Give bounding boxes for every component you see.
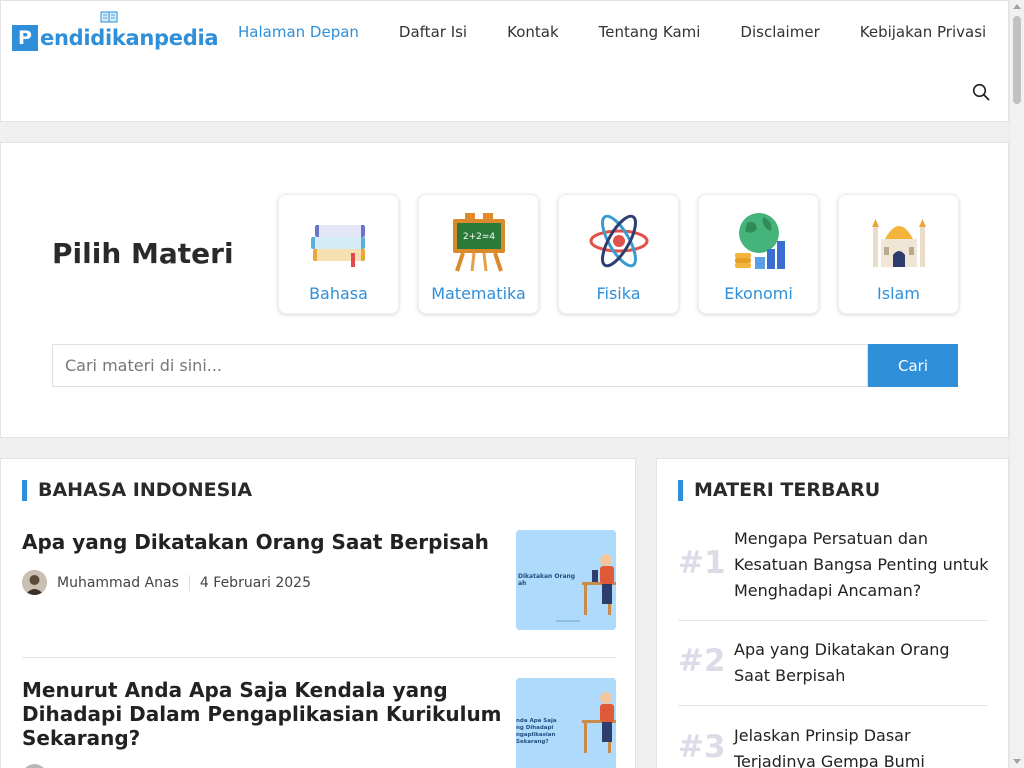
books-icon (311, 225, 365, 267)
rank-link[interactable]: Jelaskan Prinsip Dasar Terjadinya Gempa … (734, 723, 990, 768)
svg-text:2+2=4: 2+2=4 (463, 232, 496, 242)
category-label: Islam (877, 284, 920, 303)
category-label: Bahasa (309, 284, 368, 303)
nav-item-daftar-isi[interactable]: Daftar Isi (379, 23, 487, 41)
mosque-icon (872, 219, 926, 267)
materi-search-input[interactable] (52, 344, 868, 387)
list-divider (678, 705, 988, 706)
nav-item-kebijakan-privasi[interactable]: Kebijakan Privasi (840, 23, 1006, 41)
category-bahasa[interactable]: Bahasa (278, 194, 399, 314)
post-item: Apa yang Dikatakan Orang Saat Berpisah M… (22, 530, 616, 630)
category-label: Matematika (431, 284, 526, 303)
post-title[interactable]: Apa yang Dikatakan Orang Saat Berpisah (22, 530, 502, 554)
scrollbar-thumb[interactable] (1013, 16, 1021, 104)
rank-number: #1 (678, 545, 726, 581)
post-date: 4 Februari 2025 (199, 574, 311, 591)
svg-text:ah: ah (518, 580, 526, 587)
logo-letter: P (12, 25, 38, 51)
section-header: BAHASA INDONESIA (22, 479, 252, 501)
section-title: BAHASA INDONESIA (38, 479, 253, 501)
meta-divider (188, 574, 190, 591)
materi-title: Pilih Materi (52, 237, 234, 270)
section-accent-bar (22, 479, 27, 501)
rank-link[interactable]: Mengapa Persatuan dan Kesatuan Bangsa Pe… (734, 526, 990, 604)
svg-text:ng Dihadapi: ng Dihadapi (516, 725, 553, 731)
post-item: Menurut Anda Apa Saja Kendala yang Dihad… (22, 678, 616, 768)
post-thumbnail[interactable]: Dikatakan Orang ah (516, 530, 616, 630)
materi-panel: Pilih Materi Bahasa 2+2=4 Matematika Fis… (0, 142, 1009, 438)
section-bahasa-indonesia: BAHASA INDONESIA Apa yang Dikatakan Oran… (0, 458, 636, 768)
list-divider (678, 620, 988, 621)
category-label: Fisika (596, 284, 641, 303)
ranked-list-item: #3 Jelaskan Prinsip Dasar Terjadinya Gem… (678, 723, 988, 768)
atom-icon (589, 214, 649, 268)
section-header: MATERI TERBARU (678, 479, 880, 501)
main-nav: Halaman Depan Daftar Isi Kontak Tentang … (218, 1, 1006, 63)
page-scrollbar[interactable] (1009, 0, 1024, 768)
materi-search-button[interactable]: Cari (868, 344, 958, 387)
globe-coins-icon (735, 213, 785, 269)
section-materi-terbaru: MATERI TERBARU #1 Mengapa Persatuan dan … (656, 458, 1009, 768)
section-accent-bar (678, 479, 683, 501)
ranked-list-item: #2 Apa yang Dikatakan Orang Saat Berpisa… (678, 637, 988, 689)
svg-text:nda Apa Saja: nda Apa Saja (516, 718, 557, 724)
chalkboard-icon: 2+2=4 (453, 213, 505, 272)
category-label: Ekonomi (724, 284, 793, 303)
post-thumbnail[interactable]: nda Apa Saja ng Dihadapi ngaplikasian Se… (516, 678, 616, 768)
post-title[interactable]: Menurut Anda Apa Saja Kendala yang Dihad… (22, 678, 502, 750)
post-divider (22, 657, 616, 658)
site-header: P endidikanpedia Halaman Depan Daftar Is… (0, 0, 1009, 122)
post-meta: Muhammad Anas 4 Februari 2025 (22, 570, 311, 595)
logo-text: endidikanpedia (40, 26, 219, 50)
section-title: MATERI TERBARU (694, 479, 881, 501)
category-ekonomi[interactable]: Ekonomi (698, 194, 819, 314)
rank-number: #3 (678, 729, 726, 765)
category-matematika[interactable]: 2+2=4 Matematika (418, 194, 539, 314)
scroll-down-arrow-icon[interactable] (1013, 759, 1021, 764)
svg-text:ngaplikasian: ngaplikasian (516, 732, 556, 738)
rank-number: #2 (678, 643, 726, 679)
rank-link[interactable]: Apa yang Dikatakan Orang Saat Berpisah (734, 637, 990, 689)
category-fisika[interactable]: Fisika (558, 194, 679, 314)
ranked-list-item: #1 Mengapa Persatuan dan Kesatuan Bangsa… (678, 526, 990, 604)
site-logo[interactable]: P endidikanpedia (12, 11, 219, 51)
post-author[interactable]: Muhammad Anas (57, 575, 179, 591)
avatar[interactable] (22, 570, 47, 595)
category-islam[interactable]: Islam (838, 194, 959, 314)
nav-item-disclaimer[interactable]: Disclaimer (720, 23, 839, 41)
search-icon[interactable] (972, 83, 990, 101)
svg-text:Sekarang?: Sekarang? (516, 739, 549, 745)
nav-item-tentang-kami[interactable]: Tentang Kami (579, 23, 721, 41)
svg-text:Dikatakan Orang: Dikatakan Orang (518, 573, 575, 580)
scroll-up-arrow-icon[interactable] (1013, 4, 1021, 9)
nav-item-kontak[interactable]: Kontak (487, 23, 579, 41)
book-icon (100, 11, 118, 23)
nav-item-halaman-depan[interactable]: Halaman Depan (218, 23, 379, 41)
